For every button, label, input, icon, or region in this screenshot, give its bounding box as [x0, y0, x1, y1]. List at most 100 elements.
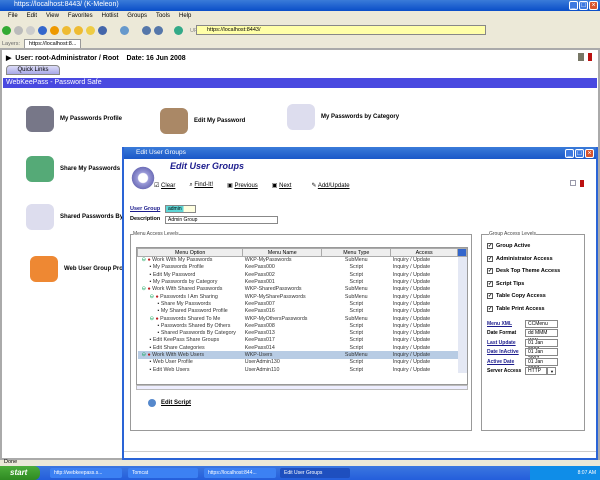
checkbox[interactable]: ✓	[487, 293, 493, 300]
launcher-my-passwords-by-category[interactable]: My Passwords by Category	[287, 104, 399, 130]
cell-access[interactable]: Inquiry / Update	[391, 359, 458, 366]
cell-access[interactable]: Inquiry / Update	[391, 315, 458, 322]
taskbar-item[interactable]: Tomcat	[128, 468, 198, 478]
expand-icon[interactable]: ⊖	[142, 352, 146, 358]
print-icon[interactable]	[98, 26, 107, 35]
column-header-menu-name[interactable]: Menu Name	[242, 248, 323, 257]
menu-edit[interactable]: Edit	[27, 13, 37, 19]
cell-access[interactable]: Inquiry / Update	[391, 300, 458, 307]
book-icon[interactable]	[578, 53, 584, 61]
exit-icon[interactable]	[588, 53, 592, 61]
next-button[interactable]: ▣ Next	[272, 182, 292, 189]
launcher-share-my-passwords[interactable]: Share My Passwords	[26, 156, 120, 182]
checkbox[interactable]: ✓	[487, 255, 493, 262]
vertical-scrollbar[interactable]	[457, 314, 467, 323]
table-row[interactable]: ⊖ ● Work With Shared Passwords WKP-Shared…	[138, 285, 467, 293]
user-group-label[interactable]: User Group	[130, 206, 160, 212]
description-input[interactable]: Admin Group	[165, 216, 278, 224]
vertical-scrollbar[interactable]	[457, 336, 467, 345]
cell-access[interactable]: Inquiry / Update	[391, 308, 458, 315]
cell-access[interactable]: Inquiry / Update	[390, 351, 458, 359]
vertical-scrollbar[interactable]	[457, 263, 467, 272]
cell-access[interactable]: Inquiry / Update	[391, 264, 458, 271]
vertical-scrollbar[interactable]	[457, 292, 467, 301]
user-group-input[interactable]: admin	[165, 205, 196, 213]
vertical-scrollbar[interactable]	[457, 307, 467, 315]
table-row[interactable]: ⊖ ● Work With My Passwords WKP-MyPassword…	[138, 256, 467, 264]
add-update-button[interactable]: ✎ Add/Update	[311, 182, 349, 189]
cell-access[interactable]: Inquiry / Update	[391, 257, 458, 264]
table-row[interactable]: ▪ Share My Passwords KeePass007 Script Inqu…	[138, 300, 467, 308]
dialog-maximize-button[interactable]: □	[575, 149, 584, 158]
table-row[interactable]: ▪ Edit Share Categories KeePass014 Script I…	[138, 344, 467, 352]
table-row[interactable]: ⊖ ● Passwords I Am Sharing WKP-MySharePas…	[138, 292, 467, 301]
exit-icon[interactable]	[580, 180, 584, 187]
expand-icon[interactable]: ⊖	[142, 257, 146, 263]
cell-access[interactable]: Inquiry / Update	[391, 293, 458, 300]
maximize-button[interactable]: □	[579, 1, 588, 10]
vertical-scrollbar[interactable]	[457, 358, 467, 366]
history-icon[interactable]	[86, 26, 95, 35]
mail-icon[interactable]	[120, 26, 129, 35]
field-input[interactable]: 01 Jan 2007	[525, 348, 558, 362]
launcher-my-passwords-profile[interactable]: My Passwords Profile	[26, 106, 122, 132]
field-input[interactable]: CCMenu	[525, 319, 558, 328]
cell-access[interactable]: Inquiry / Update	[391, 271, 458, 278]
cell-access[interactable]: Inquiry / Update	[391, 286, 458, 293]
expand-icon[interactable]: ⊖	[142, 286, 146, 292]
checkbox-row[interactable]: ✓ Group Active	[487, 240, 584, 253]
cell-access[interactable]: Inquiry / Update	[391, 337, 458, 344]
checkbox[interactable]: ✓	[487, 305, 493, 312]
expand-icon[interactable]: ⊖	[150, 316, 154, 322]
vertical-scrollbar[interactable]	[457, 329, 467, 337]
table-row[interactable]: ▪ Web User Profile UserAdmin130 Script Inqu…	[138, 358, 467, 366]
home-icon[interactable]	[50, 26, 59, 35]
close-button[interactable]: ×	[589, 1, 598, 10]
table-row[interactable]: ▪ My Passwords by Category KeePass001 Scri…	[138, 278, 467, 286]
checkbox[interactable]: ✓	[487, 268, 493, 275]
checkbox-row[interactable]: ✓ Table Copy Access	[487, 290, 584, 303]
start-button[interactable]: start	[0, 466, 40, 480]
field-label[interactable]: Active Date	[487, 359, 523, 365]
checkbox-row[interactable]: ✓ Desk Top Theme Access	[487, 265, 584, 278]
table-row[interactable]: ▪ Edit Web Users UserAdmin110 Script Inquir…	[138, 365, 467, 374]
table-row[interactable]: ▪ My Shared Password Profile KeePass016 Sc…	[138, 307, 467, 315]
cell-access[interactable]: Inquiry / Update	[391, 329, 458, 336]
column-header-menu-type[interactable]: Menu Type	[321, 248, 392, 257]
stop-icon[interactable]	[26, 26, 35, 35]
cell-access[interactable]: Inquiry / Update	[391, 278, 458, 285]
column-header-menu-option[interactable]: Menu Option	[137, 248, 244, 257]
cell-access[interactable]: Inquiry / Update	[391, 366, 458, 373]
taskbar-item[interactable]: http://webkeepass.s...	[50, 468, 122, 478]
menu-hotlist[interactable]: Hotlist	[102, 13, 119, 19]
clear-button[interactable]: ☑ Clear	[154, 182, 175, 189]
menu-file[interactable]: File	[8, 13, 18, 19]
minimize-button[interactable]: _	[569, 1, 578, 10]
previous-button[interactable]: ▣ Previous	[227, 182, 258, 189]
table-row[interactable]: ▪ Edit My Password KeePass002 Script Inquir…	[138, 271, 467, 279]
back-icon[interactable]	[2, 26, 11, 35]
field-input[interactable]: dd MMM yyyy	[525, 329, 558, 343]
star-icon[interactable]	[62, 26, 71, 35]
cell-access[interactable]: Inquiry / Update	[391, 322, 458, 329]
field-input[interactable]: 01 Jan 2007	[525, 338, 558, 353]
vertical-scrollbar[interactable]	[457, 344, 467, 352]
dialog-close-button[interactable]: ×	[585, 149, 594, 158]
vertical-scrollbar[interactable]	[457, 322, 467, 330]
table-row[interactable]: ▪ Shared Passwords By Category KeePass013…	[138, 329, 467, 337]
window-icon[interactable]	[570, 180, 576, 186]
checkbox[interactable]: ✓	[487, 280, 493, 287]
launcher-edit-my-password[interactable]: Edit My Password	[160, 108, 245, 134]
field-input[interactable]: 01 Jan 2007	[525, 357, 558, 372]
zoom-out-icon[interactable]	[154, 26, 163, 35]
menu-view[interactable]: View	[46, 13, 59, 19]
quick-links-tab[interactable]: Quick Links	[6, 65, 60, 75]
globe-icon[interactable]	[174, 26, 183, 35]
launcher-web-user-group-profile[interactable]: Web User Group Profile	[30, 256, 132, 282]
field-label[interactable]: Menu XML	[487, 321, 523, 327]
table-row[interactable]: ⊖ ● Work With Web Users WKP-Users SubMenu I…	[137, 351, 467, 359]
reload-icon[interactable]	[38, 26, 47, 35]
checkbox-row[interactable]: ✓ Table Print Access	[487, 303, 584, 316]
vertical-scrollbar[interactable]	[457, 351, 467, 359]
checkbox-row[interactable]: ✓ Administrator Access	[487, 253, 584, 266]
